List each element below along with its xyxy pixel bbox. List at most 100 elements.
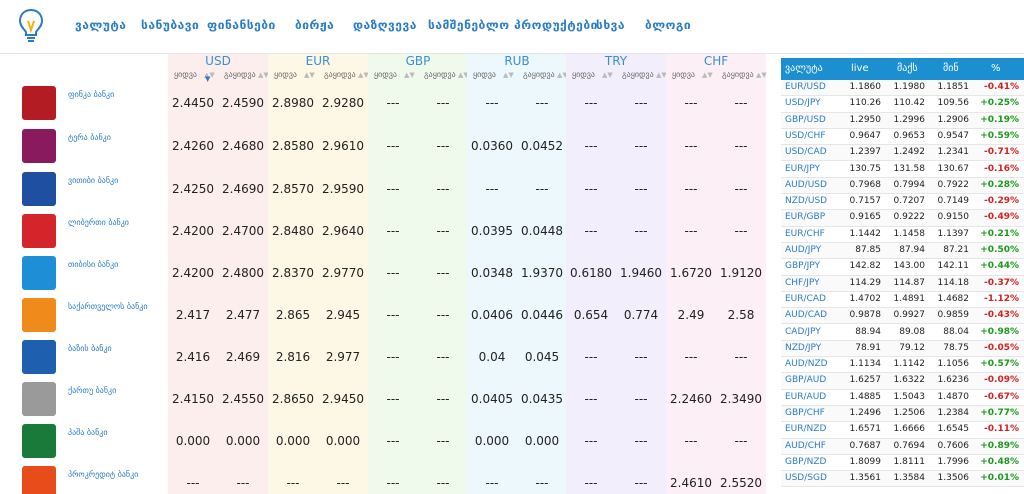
forex-min: 0.9859 xyxy=(937,310,970,321)
rate-cell: 2.5520 xyxy=(720,476,762,490)
bank-logo-icon[interactable] xyxy=(22,382,56,416)
forex-header-1[interactable]: live xyxy=(851,63,869,74)
forex-pair[interactable]: USD/JPY xyxy=(785,98,821,108)
forex-pair[interactable]: AUD/NZD xyxy=(785,359,828,369)
bank-logo-icon[interactable] xyxy=(22,424,56,458)
forex-max: 131.58 xyxy=(893,163,926,174)
sort-icon[interactable]: ▲▼ xyxy=(503,71,514,79)
buy-header[interactable]: ყიდვა xyxy=(672,70,695,79)
forex-pct: +0.28% xyxy=(980,179,1019,190)
lightbulb-logo-icon[interactable] xyxy=(18,8,44,44)
forex-pair[interactable]: CHF/JPY xyxy=(785,278,820,288)
buy-header[interactable]: ყიდვა xyxy=(473,70,496,79)
bank-logo-icon[interactable] xyxy=(22,466,56,494)
forex-header-4[interactable]: % xyxy=(991,63,1001,74)
forex-header-3[interactable]: მინ xyxy=(943,63,959,74)
bank-name-link[interactable]: პროკრედიტ ბანკი xyxy=(68,470,138,479)
forex-row: GBP/JPY 142.82 143.00 142.11 +0.44% xyxy=(781,259,1024,276)
forex-pair[interactable]: AUD/JPY xyxy=(785,245,821,255)
currency-header-usd: USD xyxy=(205,54,231,68)
forex-pct: +0.19% xyxy=(980,114,1019,125)
buy-header[interactable]: ყიდვა xyxy=(174,70,197,79)
forex-pair[interactable]: CAD/JPY xyxy=(785,327,821,337)
bank-logo-icon[interactable] xyxy=(22,172,56,206)
forex-pct: -0.37% xyxy=(984,277,1019,288)
sell-header[interactable]: გაყიდვა xyxy=(523,70,555,79)
forex-pair[interactable]: EUR/CHF xyxy=(785,229,825,239)
nav-item-1[interactable]: სანუბავი xyxy=(141,18,199,32)
forex-header-2[interactable]: მაქს xyxy=(897,63,918,74)
buy-header[interactable]: ყიდვა xyxy=(274,70,297,79)
forex-pair[interactable]: EUR/USD xyxy=(785,82,826,92)
forex-pair[interactable]: GBP/AUD xyxy=(785,375,826,385)
forex-pair[interactable]: EUR/GBP xyxy=(785,212,825,222)
forex-pair[interactable]: USD/SGD xyxy=(785,473,827,483)
forex-pair[interactable]: NZD/USD xyxy=(785,196,827,206)
forex-pair[interactable]: USD/CAD xyxy=(785,147,827,157)
sell-header[interactable]: გაყიდვა xyxy=(424,70,456,79)
forex-pct: +0.98% xyxy=(980,326,1019,337)
sort-icon[interactable]: ▲▼ xyxy=(304,71,315,79)
forex-pair[interactable]: EUR/AUD xyxy=(785,392,826,402)
sort-icon[interactable]: ▲▼ xyxy=(404,71,415,79)
rate-cell: 2.4610 xyxy=(670,476,712,490)
forex-pair[interactable]: AUD/USD xyxy=(785,180,827,190)
rate-cell: --- xyxy=(386,266,400,280)
forex-row: AUD/USD 0.7968 0.7994 0.7922 +0.28% xyxy=(781,177,1024,195)
bank-logo-icon[interactable] xyxy=(22,298,56,332)
sell-header[interactable]: გაყიდვა xyxy=(722,70,754,79)
buy-header[interactable]: ყიდვა xyxy=(572,70,595,79)
forex-pair[interactable]: EUR/NZD xyxy=(785,424,826,434)
bank-name-link[interactable]: ბაზის ბანკი xyxy=(68,344,112,353)
forex-row: AUD/CHF 0.7687 0.7694 0.7606 +0.89% xyxy=(781,438,1024,455)
bank-logo-icon[interactable] xyxy=(22,340,56,374)
sell-header[interactable]: გაყიდვა xyxy=(224,70,256,79)
sort-icon[interactable]: ▲▼ xyxy=(602,71,613,79)
forex-pair[interactable]: NZD/JPY xyxy=(785,343,821,353)
bank-name-link[interactable]: ვითიბი ბანკი xyxy=(68,176,118,185)
bank-logo-icon[interactable] xyxy=(22,214,56,248)
nav-item-0[interactable]: ვალუტა xyxy=(75,18,126,32)
forex-pair[interactable]: GBP/NZD xyxy=(785,457,826,467)
buy-header[interactable]: ყიდვა xyxy=(374,70,397,79)
nav-item-4[interactable]: დაზღვევა xyxy=(353,18,417,32)
sell-header[interactable]: გაყიდვა xyxy=(324,70,356,79)
bank-name-link[interactable]: პაშა ბანკი xyxy=(68,428,107,437)
forex-min: 88.04 xyxy=(943,326,969,337)
forex-header-0[interactable]: ვალუტა xyxy=(785,63,823,74)
forex-min: 1.2384 xyxy=(937,408,970,418)
rate-cell: --- xyxy=(485,182,499,196)
bank-name-link[interactable]: თიბისი ბანკი xyxy=(68,260,118,269)
nav-item-7[interactable]: ბლოგი xyxy=(645,18,691,32)
rate-cell: 2.58 xyxy=(727,308,755,322)
forex-pair[interactable]: GBP/USD xyxy=(785,115,826,125)
bank-name-link[interactable]: საქართველოს ბანკი xyxy=(68,302,147,311)
rate-cell: --- xyxy=(535,96,549,110)
sort-icon[interactable]: ▲▼ xyxy=(756,71,767,79)
forex-live: 0.9165 xyxy=(849,212,882,223)
forex-pair[interactable]: GBP/JPY xyxy=(785,261,820,271)
bank-name-link[interactable]: ლიბერთი ბანკი xyxy=(68,218,129,227)
forex-pair[interactable]: USD/CHF xyxy=(785,131,826,141)
nav-item-2[interactable]: ფინანსები xyxy=(207,18,276,32)
forex-max: 89.08 xyxy=(899,326,925,337)
forex-pair[interactable]: AUD/CHF xyxy=(785,441,826,451)
rate-cell: --- xyxy=(386,308,400,322)
bank-name-link[interactable]: ფინკა ბანკი xyxy=(68,90,114,99)
bank-logo-icon[interactable] xyxy=(22,86,56,120)
bank-logo-icon[interactable] xyxy=(22,256,56,290)
bank-name-link[interactable]: ქართუ ბანკი xyxy=(68,386,116,395)
sort-icon[interactable]: ▲▼ xyxy=(702,71,713,79)
nav-item-5[interactable]: სამშენებლო პროდუქტები xyxy=(428,18,598,32)
bank-name-link[interactable]: ტერა ბანკი xyxy=(68,133,111,142)
forex-pair[interactable]: EUR/JPY xyxy=(785,164,820,174)
forex-pair[interactable]: EUR/CAD xyxy=(785,294,826,304)
sort-desc-active-icon[interactable]: ▼ xyxy=(205,75,210,83)
forex-pair[interactable]: AUD/CAD xyxy=(785,310,827,320)
forex-min: 1.4870 xyxy=(937,391,970,402)
nav-item-6[interactable]: სხვა xyxy=(596,18,625,32)
bank-logo-icon[interactable] xyxy=(22,129,56,163)
sell-header[interactable]: გაყიდვა xyxy=(622,70,654,79)
nav-item-3[interactable]: ბირჟა xyxy=(295,18,334,32)
forex-pair[interactable]: GBP/CHF xyxy=(785,408,825,418)
